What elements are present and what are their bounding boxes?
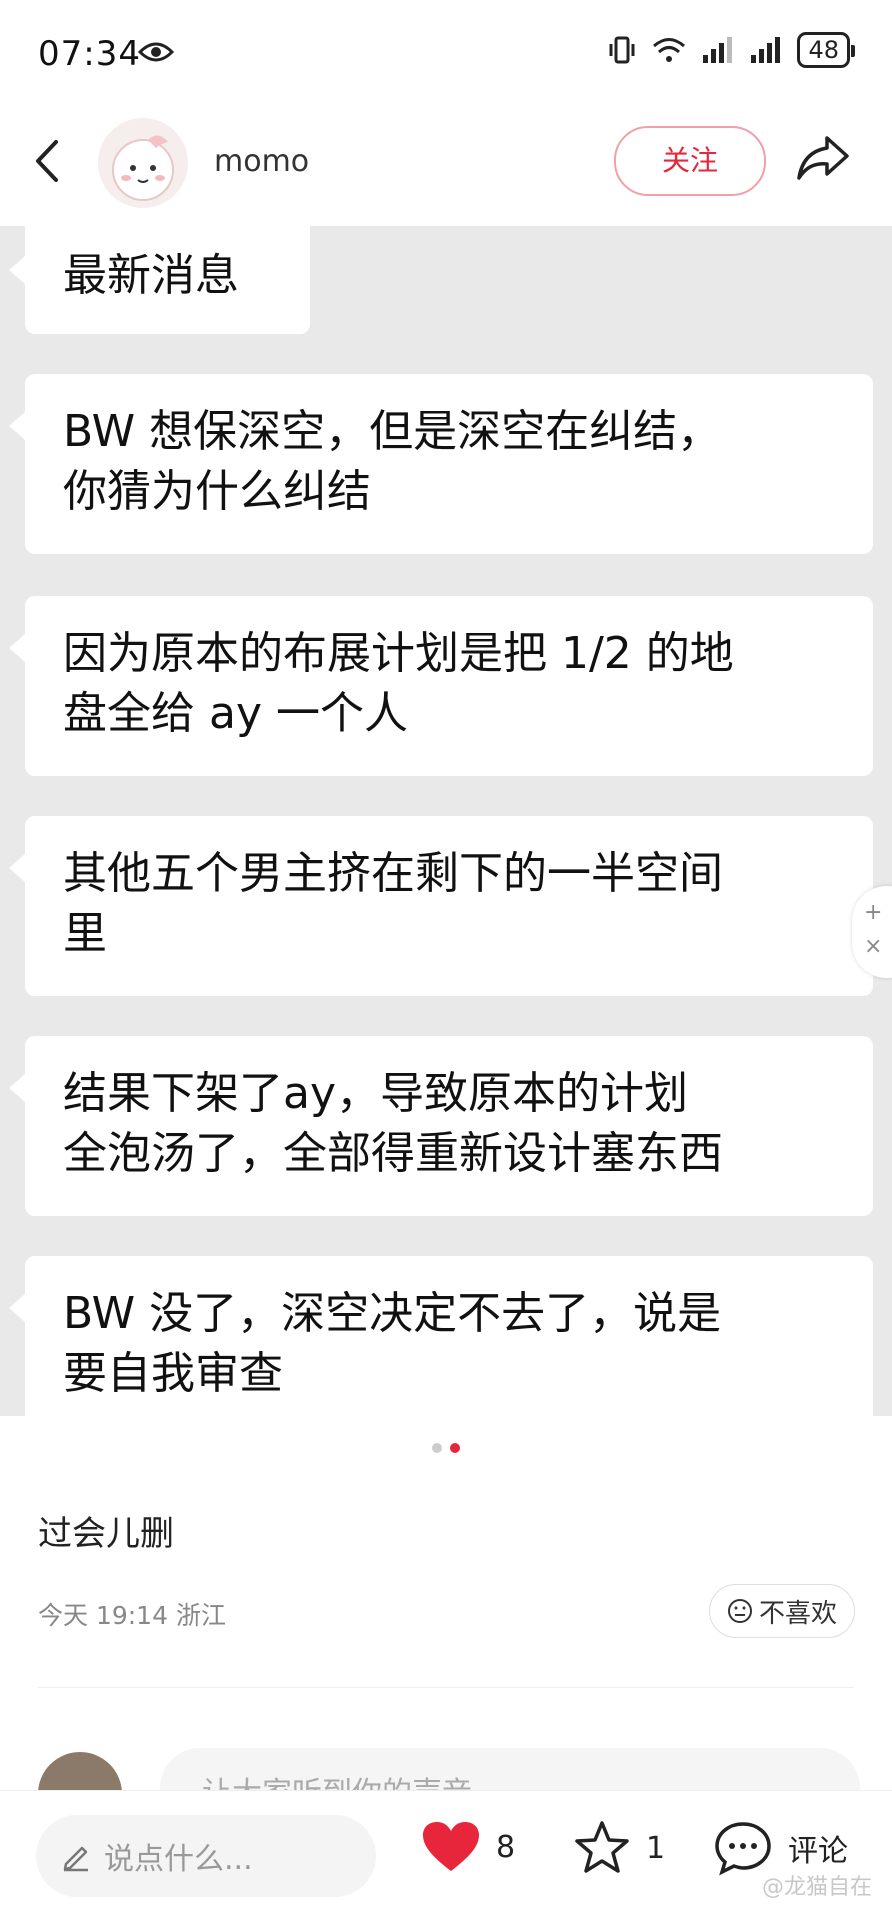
message-line: 因为原本的布展计划是把 1/2 的地 xyxy=(63,628,734,679)
message-line: BW 没了，深空决定不去了，说是 xyxy=(63,1288,722,1339)
message-line: 你猜为什么纠结 xyxy=(63,466,371,517)
back-arrow-icon[interactable] xyxy=(30,136,64,186)
message-bubble: 因为原本的布展计划是把 1/2 的地 盘全给 ay 一个人 xyxy=(9,596,873,776)
say-placeholder: 说点什么... xyxy=(104,1842,253,1877)
message-line: 里 xyxy=(63,908,107,959)
battery-indicator: 48 xyxy=(797,32,855,68)
avatar-illustration xyxy=(112,135,174,201)
post-caption: 过会儿删 xyxy=(38,1514,174,1554)
comment-label: 评论 xyxy=(788,1834,848,1869)
eye-icon xyxy=(138,42,174,62)
message-bubble: 最新消息 xyxy=(9,226,310,334)
follow-button[interactable]: 关注 xyxy=(614,126,766,196)
post-meta: 今天 19:14 浙江 xyxy=(38,1601,226,1630)
message-line: 其他五个男主挤在剩下的一半空间 xyxy=(63,848,723,899)
vibrate-icon xyxy=(609,36,635,64)
message-bubble: 其他五个男主挤在剩下的一半空间 里 xyxy=(9,816,873,996)
status-icons: 48 xyxy=(607,32,855,68)
status-time: 07:34 xyxy=(38,34,141,74)
pen-icon xyxy=(63,1846,88,1872)
star-count: 1 xyxy=(646,1830,666,1866)
close-icon: × xyxy=(864,934,883,959)
collect-button[interactable]: 1 xyxy=(572,1819,665,1877)
frown-icon xyxy=(727,1599,752,1623)
heart-icon xyxy=(423,1822,479,1871)
dislike-button[interactable]: 不喜欢 xyxy=(709,1584,855,1638)
divider xyxy=(38,1687,854,1688)
post-image[interactable]: 最新消息 BW 想保深空，但是深空在纠结， 你猜为什么纠结 因为原本的布展计划是… xyxy=(0,226,892,1416)
share-icon[interactable] xyxy=(795,132,851,182)
plus-icon: + xyxy=(864,900,883,925)
post-header: momo 关注 xyxy=(0,108,892,226)
watermark: @龙猫自在 xyxy=(761,1875,872,1900)
star-icon xyxy=(575,1821,629,1873)
message-line: BW 想保深空，但是深空在纠结， xyxy=(63,406,722,457)
message-line: 最新消息 xyxy=(63,250,239,301)
dislike-label: 不喜欢 xyxy=(758,1598,837,1629)
like-button[interactable]: 8 xyxy=(420,1819,515,1875)
page-dot[interactable] xyxy=(432,1443,442,1453)
signal-icon-2 xyxy=(751,37,781,63)
message-bubble: BW 想保深空，但是深空在纠结， 你猜为什么纠结 xyxy=(9,374,873,554)
message-line: 全泡汤了，全部得重新设计塞东西 xyxy=(63,1128,723,1179)
message-line: 结果下架了ay，导致原本的计划 xyxy=(63,1068,689,1119)
wifi-icon xyxy=(653,38,686,62)
page-dot-active[interactable] xyxy=(450,1443,460,1453)
message-bubble: BW 没了，深空决定不去了，说是 要自我审查 xyxy=(9,1256,873,1416)
like-count: 8 xyxy=(496,1829,516,1865)
say-something-input[interactable]: 说点什么... xyxy=(36,1815,376,1897)
message-line: 要自我审查 xyxy=(63,1348,283,1399)
signal-icon xyxy=(703,37,733,63)
message-line: 盘全给 ay 一个人 xyxy=(63,688,408,739)
username[interactable]: momo xyxy=(214,144,309,179)
message-bubble: 结果下架了ay，导致原本的计划 全泡汤了，全部得重新设计塞东西 xyxy=(9,1036,873,1216)
image-pagination xyxy=(0,1438,892,1453)
status-bar: 07:34 48 xyxy=(0,0,892,108)
avatar[interactable] xyxy=(98,118,188,208)
bottom-action-bar: 说点什么... 8 1 评论 @龙猫自在 xyxy=(0,1790,892,1921)
